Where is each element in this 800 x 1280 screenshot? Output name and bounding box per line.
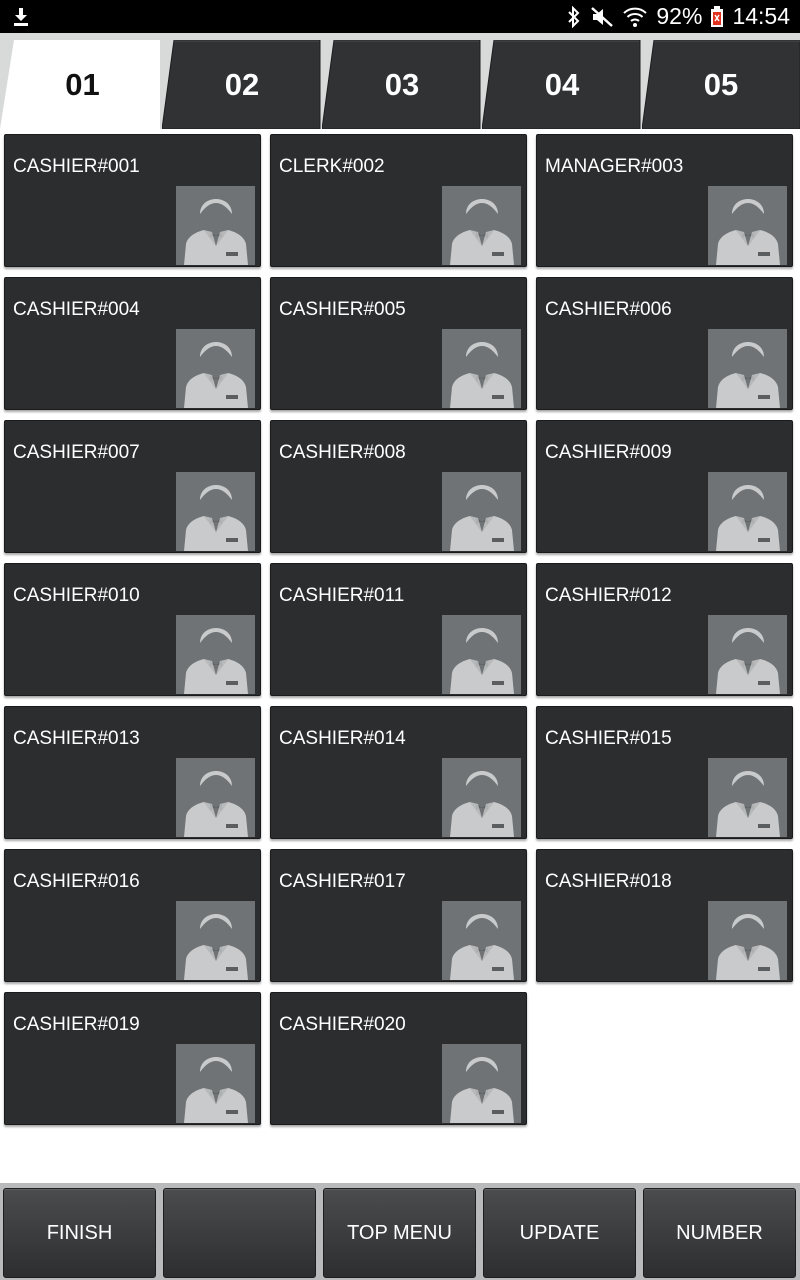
staff-card[interactable]: CASHIER#017 <box>270 849 527 982</box>
staff-name: CASHIER#013 <box>13 728 140 749</box>
tab-label: 05 <box>703 66 739 102</box>
staff-avatar-icon <box>442 615 521 694</box>
staff-card[interactable]: CASHIER#001 <box>4 134 261 267</box>
staff-name: CASHIER#018 <box>545 871 672 892</box>
staff-card[interactable]: CASHIER#012 <box>536 563 793 696</box>
tab-01[interactable]: 01 <box>0 40 165 129</box>
staff-avatar-icon <box>176 758 255 837</box>
staff-name: CASHIER#011 <box>279 585 405 606</box>
staff-card[interactable]: CASHIER#011 <box>270 563 527 696</box>
staff-name: CASHIER#017 <box>279 871 406 892</box>
staff-card[interactable]: CASHIER#004 <box>4 277 261 410</box>
clock: 14:54 <box>732 3 790 29</box>
staff-card[interactable]: CASHIER#009 <box>536 420 793 553</box>
staff-name: MANAGER#003 <box>545 156 684 177</box>
mute-icon <box>590 6 614 28</box>
wifi-icon <box>622 6 648 28</box>
staff-name: CASHIER#009 <box>545 442 672 463</box>
staff-name: CASHIER#005 <box>279 299 406 320</box>
staff-avatar-icon <box>176 615 255 694</box>
staff-name: CASHIER#004 <box>13 299 140 320</box>
staff-name: CASHIER#006 <box>545 299 672 320</box>
staff-card[interactable]: CASHIER#014 <box>270 706 527 839</box>
staff-card[interactable]: CASHIER#008 <box>270 420 527 553</box>
staff-avatar-icon <box>176 472 255 551</box>
staff-avatar-icon <box>708 758 787 837</box>
staff-avatar-icon <box>708 186 787 265</box>
staff-card[interactable]: CASHIER#010 <box>4 563 261 696</box>
staff-name: CASHIER#015 <box>545 728 672 749</box>
update-button[interactable]: UPDATE <box>483 1188 636 1278</box>
staff-avatar-icon <box>176 1044 255 1123</box>
staff-avatar-icon <box>708 901 787 980</box>
staff-avatar-icon <box>708 472 787 551</box>
staff-card[interactable]: CASHIER#016 <box>4 849 261 982</box>
blank-button[interactable] <box>163 1188 316 1278</box>
staff-card[interactable]: MANAGER#003 <box>536 134 793 267</box>
staff-card[interactable]: CASHIER#007 <box>4 420 261 553</box>
tab-03[interactable]: 03 <box>322 40 482 129</box>
staff-avatar-icon <box>442 329 521 408</box>
staff-name: CASHIER#019 <box>13 1014 140 1035</box>
staff-name: CASHIER#020 <box>279 1014 406 1035</box>
tab-05[interactable]: 05 <box>642 40 800 129</box>
staff-name: CLERK#002 <box>279 156 385 177</box>
staff-name: CASHIER#012 <box>545 585 672 606</box>
staff-card[interactable]: CASHIER#013 <box>4 706 261 839</box>
tab-label: 04 <box>544 66 580 102</box>
staff-avatar-icon <box>442 186 521 265</box>
staff-name: CASHIER#001 <box>13 156 140 177</box>
tab-02[interactable]: 02 <box>162 40 322 129</box>
staff-name: CASHIER#008 <box>279 442 406 463</box>
staff-avatar-icon <box>708 329 787 408</box>
staff-card[interactable]: CLERK#002 <box>270 134 527 267</box>
staff-name: CASHIER#007 <box>13 442 140 463</box>
bottom-toolbar: FINISH TOP MENU UPDATE NUMBER <box>0 1183 800 1280</box>
battery-icon <box>710 5 724 28</box>
tab-label: 02 <box>224 66 260 102</box>
finish-button[interactable]: FINISH <box>3 1188 156 1278</box>
staff-card[interactable]: CASHIER#020 <box>270 992 527 1125</box>
staff-avatar-icon <box>442 472 521 551</box>
staff-card[interactable]: CASHIER#018 <box>536 849 793 982</box>
staff-avatar-icon <box>442 758 521 837</box>
top-menu-button[interactable]: TOP MENU <box>323 1188 476 1278</box>
staff-avatar-icon <box>442 1044 521 1123</box>
number-button[interactable]: NUMBER <box>643 1188 796 1278</box>
battery-percent: 92% <box>656 3 703 29</box>
tab-label: 03 <box>384 66 420 102</box>
bluetooth-icon <box>566 5 582 28</box>
status-bar: 92% 14:54 <box>0 0 800 33</box>
staff-card[interactable]: CASHIER#005 <box>270 277 527 410</box>
tab-label: 01 <box>65 66 100 102</box>
staff-avatar-icon <box>176 329 255 408</box>
tab-04[interactable]: 04 <box>482 40 642 129</box>
staff-card[interactable]: CASHIER#015 <box>536 706 793 839</box>
staff-name: CASHIER#016 <box>13 871 140 892</box>
tab-strip: 01 02 03 04 05 <box>0 33 800 129</box>
staff-name: CASHIER#014 <box>279 728 406 749</box>
staff-name: CASHIER#010 <box>13 585 140 606</box>
staff-avatar-icon <box>176 186 255 265</box>
staff-card[interactable]: CASHIER#019 <box>4 992 261 1125</box>
staff-card[interactable]: CASHIER#006 <box>536 277 793 410</box>
staff-avatar-icon <box>708 615 787 694</box>
staff-avatar-icon <box>176 901 255 980</box>
staff-avatar-icon <box>442 901 521 980</box>
download-icon <box>12 7 30 27</box>
